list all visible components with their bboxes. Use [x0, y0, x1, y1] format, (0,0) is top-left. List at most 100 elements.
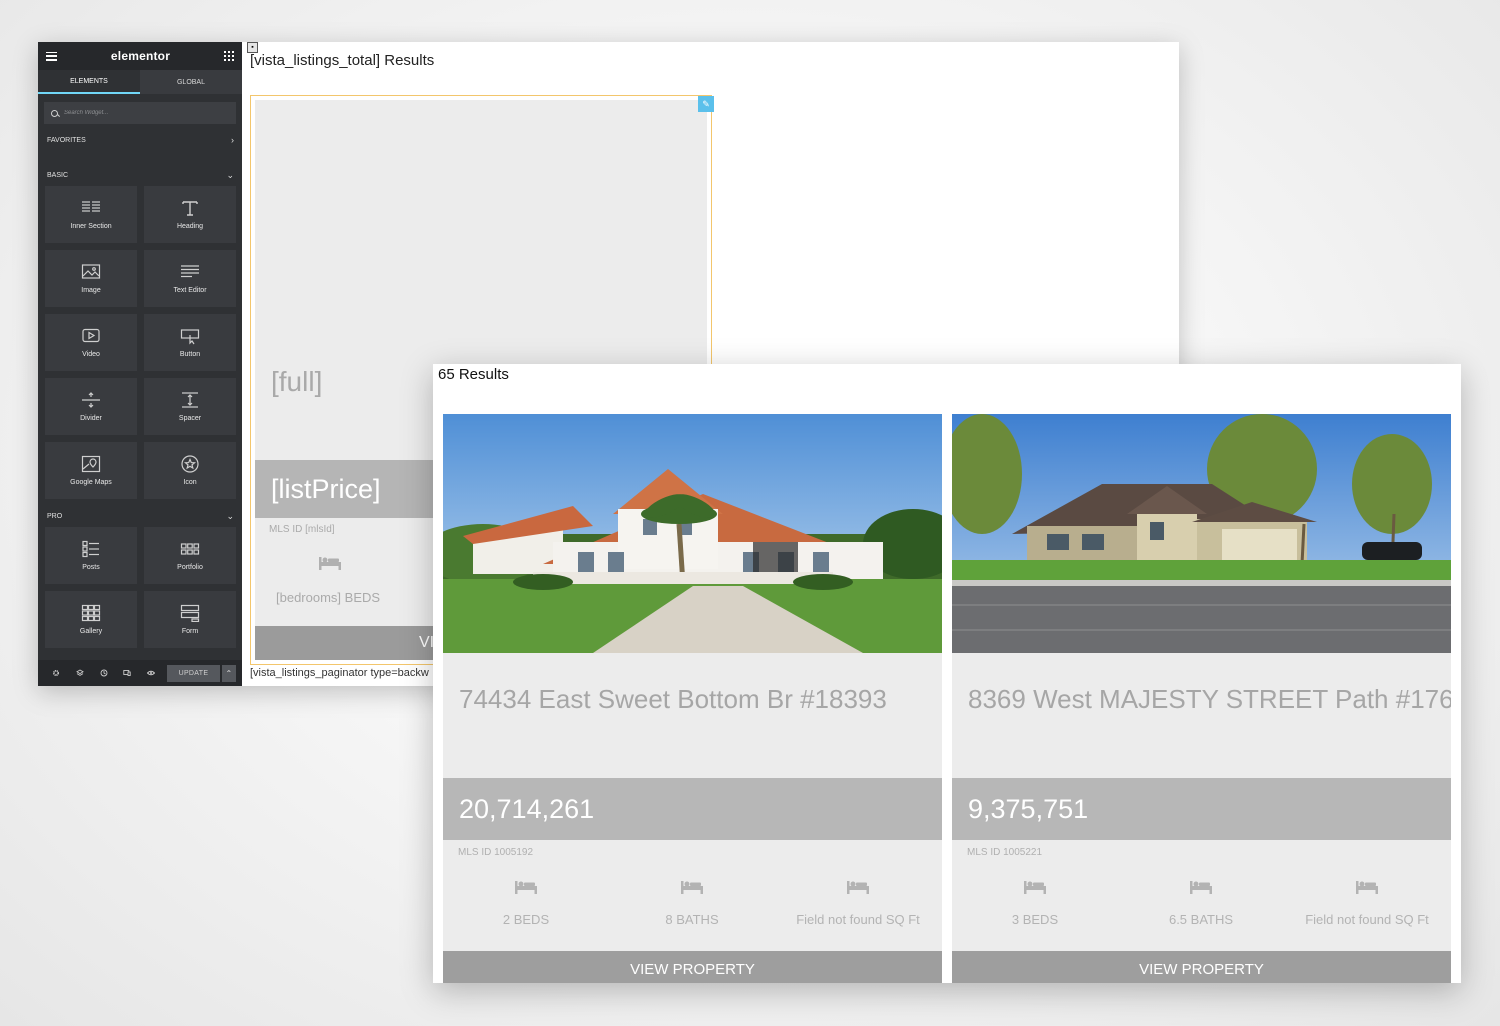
edit-pencil-icon[interactable]: ✎ [698, 96, 714, 112]
listing-card[interactable]: 8369 West MAJESTY STREET Path #1765 9,37… [952, 414, 1451, 983]
section-pro[interactable]: PRO ⌄ [38, 505, 242, 527]
price-band: 20,714,261 [443, 778, 942, 840]
widget-search [44, 102, 236, 124]
view-property-label: VIEW PROPERTY [1139, 961, 1264, 978]
widget-form[interactable]: Form [144, 591, 236, 648]
template-view-label: VI [419, 634, 435, 651]
listing-address: 8369 West MAJESTY STREET Path #1765 [968, 684, 1451, 714]
bed-icon [681, 876, 703, 898]
widget-text-editor[interactable]: Text Editor [144, 250, 236, 307]
widget-video[interactable]: Video [45, 314, 137, 371]
panel-header: elementor [38, 42, 242, 70]
chevron-down-icon: ⌄ [226, 510, 234, 521]
brand-logo: elementor [110, 49, 171, 63]
history-icon[interactable] [92, 669, 116, 677]
bed-icon [847, 876, 869, 898]
widget-label: Posts [82, 564, 100, 571]
bed-icon [515, 876, 537, 898]
canvas-title: [vista_listings_total] Results [250, 52, 435, 69]
chevron-down-icon: ⌄ [226, 169, 234, 180]
feature-baths: 6.5 BATHS [1118, 876, 1284, 927]
listing-card[interactable]: 74434 East Sweet Bottom Br #18393 20,714… [443, 414, 942, 983]
sqft-label: Field not found SQ Ft [796, 912, 920, 927]
search-icon [51, 109, 58, 117]
tab-global[interactable]: GLOBAL [140, 70, 242, 94]
tab-elements[interactable]: ELEMENTS [38, 70, 140, 94]
section-basic[interactable]: BASIC ⌄ [38, 164, 242, 186]
button-icon [180, 329, 200, 345]
divider-icon [82, 392, 100, 408]
section-favorites[interactable]: FAVORITES › [38, 129, 242, 151]
basic-widgets-grid: Inner Section Heading Image Text Editor … [38, 186, 242, 499]
layers-icon[interactable] [68, 669, 92, 677]
widget-label: Inner Section [70, 223, 112, 230]
listing-features: 3 BEDS 6.5 BATHS Field not found SQ Ft [952, 876, 1451, 927]
feature-beds: 2 BEDS [443, 876, 609, 927]
text-editor-icon [181, 265, 199, 278]
sqft-label: Field not found SQ Ft [1305, 912, 1429, 927]
baths-label: 8 BATHS [665, 912, 719, 927]
beds-label: 3 BEDS [1011, 912, 1059, 927]
widget-portfolio[interactable]: Portfolio [144, 527, 236, 584]
widget-image[interactable]: Image [45, 250, 137, 307]
update-button[interactable]: UPDATE [167, 664, 220, 682]
widget-label: Form [181, 628, 199, 635]
listing-price: 20,714,261 [459, 794, 595, 824]
preview-eye-icon[interactable] [139, 669, 163, 677]
price-band: 9,375,751 [952, 778, 1451, 840]
map-icon [81, 455, 101, 473]
widget-label: Video [82, 351, 100, 358]
widget-label: Icon [183, 479, 197, 486]
feature-beds: 3 BEDS [952, 876, 1118, 927]
bed-icon [319, 556, 341, 575]
portfolio-icon [180, 543, 200, 555]
widget-divider[interactable]: Divider [45, 378, 137, 435]
results-window: 65 Results 74434 East Sweet Bottom Br #1… [433, 364, 1461, 983]
widget-inner-section[interactable]: Inner Section [45, 186, 137, 243]
video-icon [82, 328, 100, 343]
beds-label: 2 BEDS [502, 912, 550, 927]
settings-icon[interactable] [44, 669, 68, 677]
view-property-label: VIEW PROPERTY [630, 961, 755, 978]
widget-icon[interactable]: Icon [144, 442, 236, 499]
paginator-shortcode: [vista_listings_paginator type=backw [250, 667, 429, 679]
feature-sqft: Field not found SQ Ft [775, 876, 941, 927]
listing-address: 74434 East Sweet Bottom Br #18393 [459, 684, 887, 714]
results-count: 65 Results [438, 366, 509, 383]
property-photo [952, 414, 1451, 653]
template-image-placeholder: [full] [271, 366, 323, 397]
hamburger-menu-icon[interactable] [46, 51, 57, 61]
template-mls: MLS ID [mlsId] [269, 524, 335, 535]
widget-label: Gallery [79, 628, 103, 635]
property-photo [443, 414, 942, 653]
apps-grid-icon[interactable] [224, 51, 234, 61]
listing-mls: MLS ID 1005192 [458, 847, 534, 858]
widget-heading[interactable]: Heading [144, 186, 236, 243]
view-property-button[interactable]: VIEW PROPERTY [952, 951, 1451, 983]
heading-icon [182, 201, 198, 216]
gallery-icon [81, 604, 101, 622]
widget-spacer[interactable]: Spacer [144, 378, 236, 435]
bed-icon [1024, 876, 1046, 898]
widget-label: Image [81, 287, 101, 294]
widget-label: Portfolio [177, 564, 203, 571]
bed-icon [1356, 876, 1378, 898]
widget-gallery[interactable]: Gallery [45, 591, 137, 648]
responsive-icon[interactable] [116, 669, 140, 677]
view-property-button[interactable]: VIEW PROPERTY [443, 951, 942, 983]
widget-posts[interactable]: Posts [45, 527, 137, 584]
panel-footer: UPDATE ⌃ [38, 660, 242, 686]
section-favorites-label: FAVORITES [47, 136, 86, 144]
elementor-panel: elementor ELEMENTS GLOBAL FAVORITES › BA… [38, 42, 242, 686]
bed-icon [1190, 876, 1212, 898]
widget-label: Google Maps [70, 479, 112, 486]
widget-label: Divider [80, 415, 102, 422]
update-options-caret-icon[interactable]: ⌃ [221, 664, 236, 682]
feature-baths: 8 BATHS [609, 876, 775, 927]
widget-button[interactable]: Button [144, 314, 236, 371]
listing-features: 2 BEDS 8 BATHS Field not found SQ Ft [443, 876, 942, 927]
widget-google-maps[interactable]: Google Maps [45, 442, 137, 499]
search-input[interactable] [64, 110, 214, 116]
widget-label: Heading [176, 223, 204, 230]
spacer-icon [182, 392, 198, 408]
